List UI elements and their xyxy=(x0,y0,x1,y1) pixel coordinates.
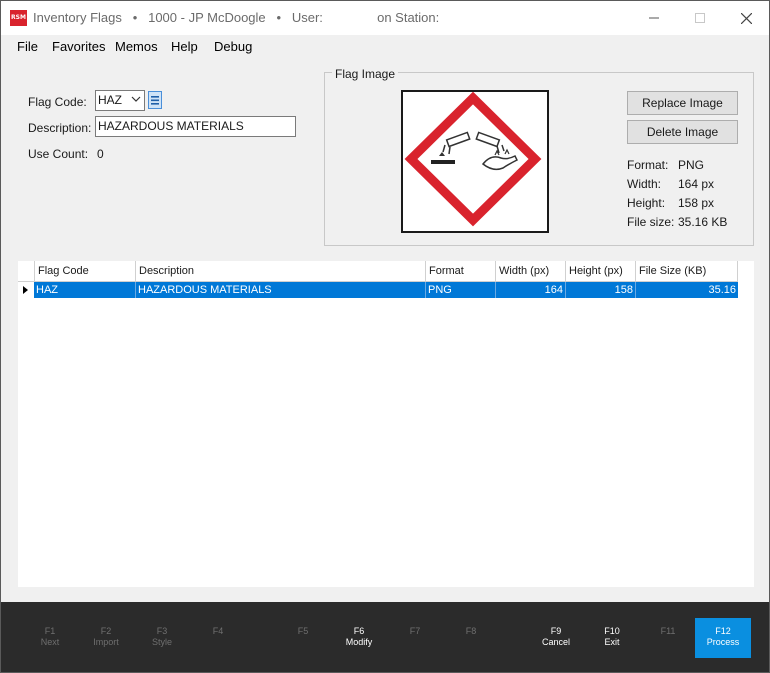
column-header-height[interactable]: Height (px) xyxy=(565,261,635,281)
app-logo: RSM xyxy=(10,10,27,26)
fkey-label: Style xyxy=(151,637,172,647)
fkey-name: F12 xyxy=(715,626,731,636)
row-pointer-icon xyxy=(23,286,28,294)
menu-help[interactable]: Help xyxy=(171,39,198,54)
height-label: Height: xyxy=(627,196,666,210)
menu-bar: File Favorites Memos Help Debug xyxy=(1,35,769,57)
fkey-label: Exit xyxy=(604,637,620,647)
f8-button[interactable]: F8 xyxy=(453,626,489,637)
fkey-name: F4 xyxy=(212,626,224,636)
f11-button[interactable]: F11 xyxy=(650,626,686,637)
f3-style-button[interactable]: F3 Style xyxy=(144,626,180,648)
table-row[interactable]: HAZ HAZARDOUS MATERIALS PNG 164 158 35.1… xyxy=(18,282,738,298)
cell-width[interactable]: 164 xyxy=(495,282,565,298)
title-bar: RSM Inventory Flags • 1000 - JP McDoogle… xyxy=(1,1,769,35)
flags-grid[interactable]: Flag Code Description Format Width (px) … xyxy=(18,261,754,587)
app-window: RSM Inventory Flags • 1000 - JP McDoogle… xyxy=(0,0,770,673)
f4-button[interactable]: F4 xyxy=(200,626,236,637)
chevron-down-icon xyxy=(131,96,141,102)
description-input[interactable]: HAZARDOUS MATERIALS xyxy=(95,116,296,137)
filesize-value: 35.16 KB xyxy=(678,215,728,229)
format-label: Format: xyxy=(627,158,669,172)
flag-image-group-title: Flag Image xyxy=(332,67,399,81)
list-icon xyxy=(151,96,159,105)
cell-flag-code[interactable]: HAZ xyxy=(34,282,135,298)
flag-code-combo[interactable]: HAZ xyxy=(95,90,145,111)
minimize-button[interactable] xyxy=(631,1,677,35)
flag-code-label: Flag Code: xyxy=(28,95,87,109)
f1-next-button[interactable]: F1 Next xyxy=(32,626,68,648)
grid-header: Flag Code Description Format Width (px) … xyxy=(18,261,738,282)
window-title: Inventory Flags • 1000 - JP McDoogle • U… xyxy=(33,10,440,25)
menu-favorites[interactable]: Favorites xyxy=(52,39,105,54)
use-count-value: 0 xyxy=(97,147,104,161)
column-header-description[interactable]: Description xyxy=(135,261,425,281)
fkey-label: Cancel xyxy=(541,637,570,647)
f5-button[interactable]: F5 xyxy=(285,626,321,637)
column-header-format[interactable]: Format xyxy=(425,261,495,281)
f2-import-button[interactable]: F2 Import xyxy=(88,626,124,648)
function-key-bar: F1 Next F2 Import F3 Style F4 F5 F6 Modify F… xyxy=(1,602,769,672)
fkey-label: Modify xyxy=(345,637,373,647)
flag-code-value: HAZ xyxy=(98,93,122,107)
f10-exit-button[interactable]: F10 Exit xyxy=(594,626,630,648)
maximize-button[interactable] xyxy=(677,1,723,35)
menu-memos[interactable]: Memos xyxy=(115,39,158,54)
width-label: Width: xyxy=(627,177,662,191)
f6-modify-button[interactable]: F6 Modify xyxy=(341,626,377,648)
close-button[interactable] xyxy=(723,1,769,35)
f7-button[interactable]: F7 xyxy=(397,626,433,637)
cell-file-size[interactable]: 35.16 xyxy=(635,282,738,298)
fkey-name: F11 xyxy=(660,626,676,636)
fkey-name: F3 xyxy=(156,626,168,636)
menu-debug[interactable]: Debug xyxy=(214,39,252,54)
flag-list-button[interactable] xyxy=(148,91,162,109)
fkey-name: F5 xyxy=(297,626,309,636)
fkey-name: F8 xyxy=(465,626,477,636)
column-header-flag-code[interactable]: Flag Code xyxy=(34,261,135,281)
fkey-label: Import xyxy=(93,637,119,647)
maximize-icon xyxy=(695,13,705,23)
corrosive-hazard-icon xyxy=(404,92,542,227)
fkey-name: F9 xyxy=(550,626,562,636)
cell-height[interactable]: 158 xyxy=(565,282,635,298)
column-header-width[interactable]: Width (px) xyxy=(495,261,565,281)
format-value: PNG xyxy=(678,158,705,172)
fkey-name: F1 xyxy=(44,626,56,636)
f9-cancel-button[interactable]: F9 Cancel xyxy=(538,626,574,648)
fkey-label: Next xyxy=(40,637,60,647)
cell-description[interactable]: HAZARDOUS MATERIALS xyxy=(135,282,425,298)
selected-row-highlight: HAZ HAZARDOUS MATERIALS PNG 164 158 35.1… xyxy=(34,282,738,298)
delete-image-button[interactable]: Delete Image xyxy=(627,120,738,144)
fkey-label: Process xyxy=(706,637,740,647)
description-label: Description: xyxy=(28,121,92,135)
flag-image-preview xyxy=(401,90,549,233)
height-value: 158 px xyxy=(678,196,715,210)
fkey-name: F10 xyxy=(604,626,620,636)
close-icon xyxy=(740,12,752,24)
menu-file[interactable]: File xyxy=(17,39,38,54)
column-header-file-size[interactable]: File Size (KB) xyxy=(635,261,738,281)
description-value: HAZARDOUS MATERIALS xyxy=(98,119,244,133)
f12-process-button[interactable]: F12 Process xyxy=(695,618,751,658)
cell-format[interactable]: PNG xyxy=(425,282,495,298)
width-value: 164 px xyxy=(678,177,715,191)
fkey-name: F7 xyxy=(409,626,421,636)
replace-image-button[interactable]: Replace Image xyxy=(627,91,738,115)
fkey-name: F2 xyxy=(100,626,112,636)
fkey-name: F6 xyxy=(353,626,365,636)
filesize-label: File size: xyxy=(627,215,675,229)
use-count-label: Use Count: xyxy=(28,147,89,161)
minimize-icon xyxy=(649,17,659,19)
